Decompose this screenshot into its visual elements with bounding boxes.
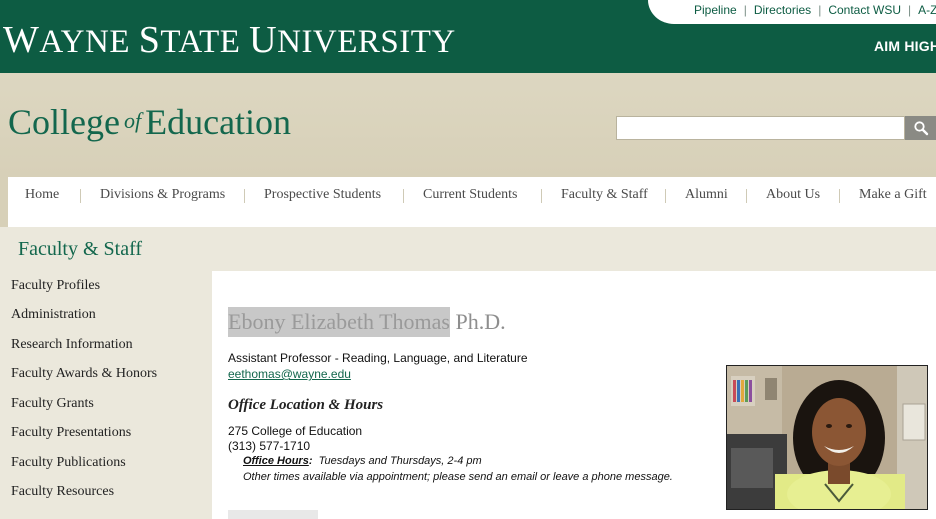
profile-title: Assistant Professor - Reading, Language,… <box>228 351 528 365</box>
nav-current-students[interactable]: Current Students <box>423 187 518 203</box>
office-hours: Office Hours: Tuesdays and Thursdays, 2-… <box>243 455 482 467</box>
profile-name-heading: Ebony Elizabeth Thomas Ph.D. <box>228 307 506 337</box>
nav-home[interactable]: Home <box>25 187 59 203</box>
profile-degree: Ph.D. <box>455 309 506 334</box>
sidebar-item-faculty-presentations[interactable]: Faculty Presentations <box>11 425 131 441</box>
nav-separator <box>244 189 245 203</box>
nav-separator <box>541 189 542 203</box>
separator: | <box>908 3 912 17</box>
nav-separator <box>403 189 404 203</box>
sidebar-item-administration[interactable]: Administration <box>11 307 96 323</box>
nav-make-a-gift[interactable]: Make a Gift <box>859 187 927 203</box>
nav-separator <box>746 189 747 203</box>
search-icon <box>913 121 928 136</box>
nav-faculty-staff[interactable]: Faculty & Staff <box>561 187 648 203</box>
utility-links: Pipeline | Directories | Contact WSU | A-Z Ind <box>694 3 936 17</box>
link-contact-wsu[interactable]: Contact WSU <box>828 3 901 17</box>
nav-divisions-programs[interactable]: Divisions & Programs <box>100 187 225 203</box>
profile-name: Ebony Elizabeth Thomas <box>228 307 450 337</box>
nav-alumni[interactable]: Alumni <box>685 187 728 203</box>
office-phone: (313) 577-1710 <box>228 439 311 453</box>
office-heading: Office Location & Hours <box>228 397 384 413</box>
office-hours-label: Office Hours <box>243 455 309 467</box>
main-nav: Home Divisions & Programs Prospective St… <box>0 177 936 227</box>
nav-about-us[interactable]: About Us <box>766 187 820 203</box>
nav-separator <box>665 189 666 203</box>
nav-separator <box>80 189 81 203</box>
sidebar-item-faculty-awards-honors[interactable]: Faculty Awards & Honors <box>11 366 157 382</box>
search-button[interactable] <box>905 116 936 140</box>
section-header: Faculty & Staff <box>0 227 936 271</box>
university-wordmark[interactable]: WAYNE STATE UNIVERSITY <box>3 18 456 62</box>
office-hours-value: Tuesdays and Thursdays, 2-4 pm <box>318 455 482 467</box>
tagline: AIM HIGH <box>874 38 936 54</box>
link-directories[interactable]: Directories <box>754 3 811 17</box>
profile-photo <box>726 365 928 510</box>
separator: | <box>743 3 747 17</box>
sidebar-item-research-information[interactable]: Research Information <box>11 337 133 353</box>
profile-email-link[interactable]: eethomas@wayne.edu <box>228 367 351 381</box>
separator: | <box>818 3 822 17</box>
college-logo[interactable]: College of Education <box>8 101 291 143</box>
link-a-z-index[interactable]: A-Z Ind <box>918 3 936 17</box>
section-title: Faculty & Staff <box>18 238 143 260</box>
sidebar-item-faculty-grants[interactable]: Faculty Grants <box>11 396 94 412</box>
search-input[interactable] <box>616 116 905 140</box>
truncated-heading <box>228 510 318 519</box>
nav-inner: Home Divisions & Programs Prospective St… <box>8 177 936 227</box>
nav-separator <box>839 189 840 203</box>
sidebar-item-faculty-profiles[interactable]: Faculty Profiles <box>11 278 100 294</box>
link-pipeline[interactable]: Pipeline <box>694 3 737 17</box>
sidebar-item-faculty-publications[interactable]: Faculty Publications <box>11 455 126 471</box>
nav-prospective-students[interactable]: Prospective Students <box>264 187 381 203</box>
sidebar-item-faculty-resources[interactable]: Faculty Resources <box>11 484 114 500</box>
college-header: College of Education <box>0 73 936 177</box>
office-address: 275 College of Education <box>228 424 363 438</box>
sidebar: Faculty Profiles Administration Research… <box>0 271 212 519</box>
other-times-note: Other times available via appointment; p… <box>243 471 673 483</box>
